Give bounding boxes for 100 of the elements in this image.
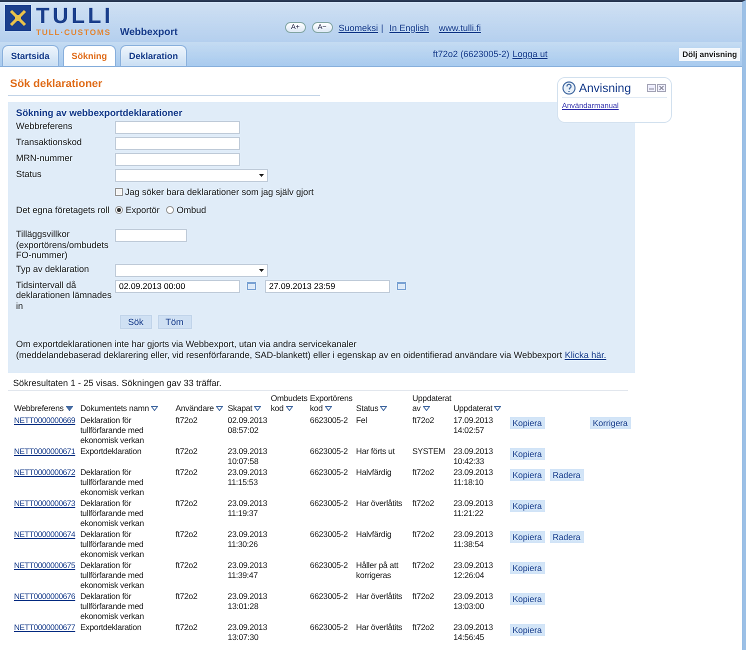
nav-tab[interactable]: Deklaration [120,45,188,66]
row-action-button[interactable]: Kopiera [510,500,545,512]
input-field[interactable] [115,137,240,150]
row-action-button[interactable]: Kopiera [510,531,545,543]
column-header[interactable]: Skapat [226,391,270,414]
language-link[interactable]: In English [389,22,429,32]
logo-subtitle: TULL·CUSTOMS [36,28,111,37]
reference-link[interactable]: NETT0000000671 [14,447,76,456]
hide-help-button[interactable]: Dölj anvisning [679,48,740,60]
sort-arrow-icon[interactable] [422,406,430,412]
dropdown-field[interactable] [115,264,268,276]
reference-link[interactable]: NETT0000000672 [14,468,76,477]
customs-emblem-icon [5,5,31,31]
table-cell: Halvfärdig [356,529,392,539]
column-header[interactable]: Status [355,391,412,414]
table-cell: Deklaration för tullförfarande med ekonomisk verkan [80,415,144,445]
row-action-button[interactable]: Radera [550,469,584,481]
click-here-link[interactable]: Klicka här. [564,350,606,360]
table-cell: 23.09.2013 11:38:54 [453,529,493,549]
reference-link[interactable]: NETT0000000673 [14,499,76,508]
radio-button[interactable] [114,206,123,214]
form-button[interactable]: Sök [120,315,152,329]
user-info: ft72o2 (6623005-2) [432,49,510,59]
calendar-icon[interactable] [247,282,256,290]
row-action-button[interactable]: Kopiera [510,593,545,605]
field-label: Tilläggsvillkor (exportörens/ombudets FO-nummer) [16,228,110,260]
checkbox[interactable] [115,188,123,196]
table-cell: 23.09.2013 11:30:26 [228,529,268,549]
sort-arrow-icon[interactable] [66,406,73,412]
reference-link[interactable]: NETT0000000675 [14,561,76,570]
table-cell: 6623005-2 [310,467,348,477]
radio-button[interactable] [166,206,174,214]
table-cell: 6623005-2 [310,560,348,570]
column-header[interactable]: Webbreferens [13,391,80,414]
row-action-button[interactable]: Korrigera [590,417,631,429]
row-action-button[interactable]: Kopiera [510,562,545,574]
sort-arrow-icon[interactable] [216,406,223,412]
table-cell: 23.09.2013 11:15:53 [228,467,268,487]
table-cell: ft72o2 [176,467,198,477]
radio-label: Ombud [176,205,206,215]
reference-link[interactable]: NETT0000000669 [14,416,76,425]
table-cell: Exportdeklaration [80,622,142,632]
column-header[interactable]: Dokumentets namn [79,391,174,414]
site-link[interactable]: www.tulli.fi [438,22,481,32]
table-cell: Deklaration för tullförfarande med ekonomisk verkan [80,467,144,497]
form-button[interactable]: Töm [158,315,192,329]
reference-link[interactable]: NETT0000000674 [14,530,76,539]
calendar-icon[interactable] [397,282,406,290]
dropdown-field[interactable] [115,169,268,182]
table-cell: 02.09.2013 08:57:02 [228,415,268,435]
table-cell: 23.09.2013 11:39:47 [228,560,268,580]
table-cell: ft72o2 [412,415,434,425]
table-cell: 6623005-2 [310,498,348,508]
nav-tab[interactable]: Startsida [2,45,59,66]
sort-arrow-icon[interactable] [324,406,332,412]
row-action-button[interactable]: Kopiera [510,469,545,481]
column-header[interactable]: Ombudets kod [270,391,309,414]
help-icon [562,81,576,95]
date-from-field[interactable]: 02.09.2013 00:00 [115,280,240,292]
table-cell: Deklaration för tullförfarande med ekonomisk verkan [80,591,144,621]
sort-arrow-icon[interactable] [286,406,293,412]
logo-title: TULLI [36,5,114,27]
sort-arrow-icon[interactable] [254,406,262,412]
table-cell: 6623005-2 [310,446,348,456]
field-label: Transaktionskod [16,136,83,148]
window-controls-icon[interactable] [647,84,667,92]
checkbox-label: Jag söker bara deklarationer som jag själv gjort [125,187,314,197]
column-header[interactable]: Exportörens kod [308,391,356,414]
field-label: MRN-nummer [16,152,74,164]
table-cell: Har överlåtits [356,591,402,601]
reference-link[interactable]: NETT0000000677 [14,623,76,632]
table-cell: 6623005-2 [310,415,348,425]
reference-link[interactable]: NETT0000000676 [14,592,76,601]
table-cell: 6623005-2 [310,529,348,539]
dropdown-caret-icon [259,174,264,177]
sort-arrow-icon[interactable] [150,406,158,412]
table-cell: 23.09.2013 13:01:28 [228,591,268,611]
table-cell: 23.09.2013 11:18:10 [453,467,493,487]
input-field[interactable] [115,229,187,242]
page-title: Sök deklarationer [8,78,320,96]
table-cell: ft72o2 [412,498,434,508]
column-header[interactable]: Användare [174,391,227,414]
table-cell: ft72o2 [412,591,434,601]
sort-arrow-icon[interactable] [380,406,388,412]
column-header[interactable]: Uppdaterat [452,391,509,414]
logout-link[interactable]: Logga ut [512,49,548,59]
input-field[interactable] [115,121,240,134]
table-cell: ft72o2 [176,446,198,456]
row-action-button[interactable]: Radera [550,531,584,543]
row-action-button[interactable]: Kopiera [510,417,545,429]
field-label: Det egna företagets roll [16,205,110,215]
language-link[interactable]: Suomeksi [338,22,378,32]
row-action-button[interactable]: Kopiera [510,624,545,636]
table-cell: 6623005-2 [310,591,348,601]
date-to-field[interactable]: 27.09.2013 23:59 [265,280,390,292]
row-action-button[interactable]: Kopiera [510,448,545,460]
table-cell: 23.09.2013 12:26:04 [453,560,493,580]
table-cell: Deklaration för tullförfarande med ekonomisk verkan [80,529,144,559]
sort-arrow-icon[interactable] [494,406,502,412]
input-field[interactable] [115,153,240,166]
